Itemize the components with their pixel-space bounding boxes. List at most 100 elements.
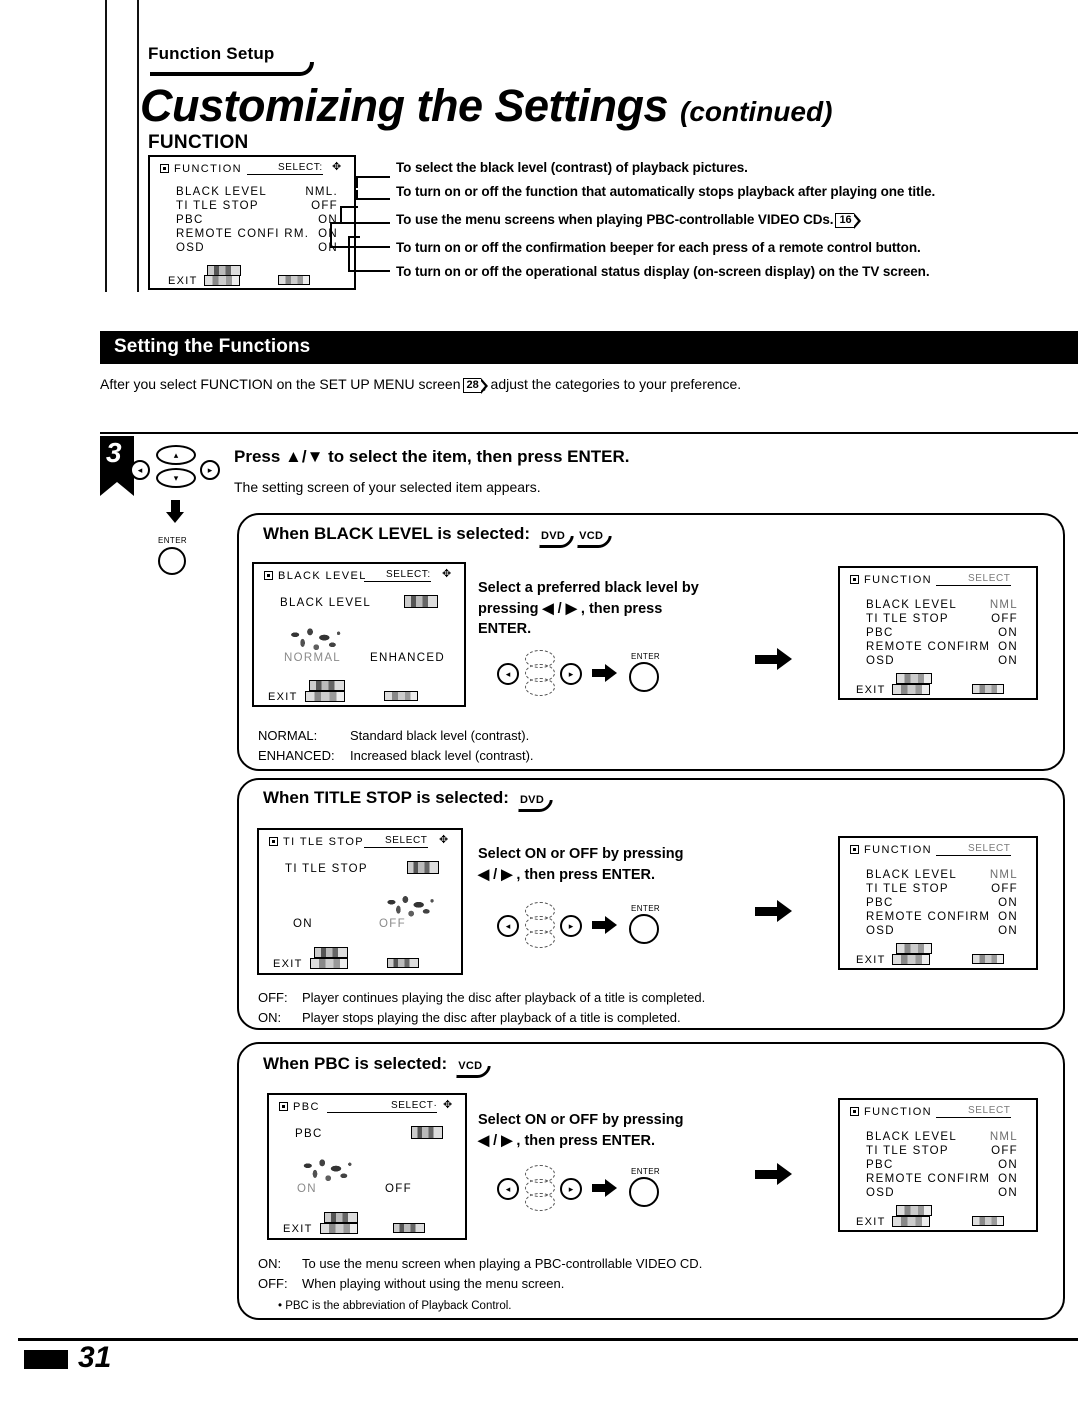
- manual-page: Function Setup Customizing the Settings (…: [0, 0, 1080, 1421]
- disc-indicator-icon: [850, 575, 859, 584]
- press-right-button[interactable]: ▸: [560, 915, 582, 937]
- osd-row-label: BLACK LEVEL: [866, 599, 958, 611]
- osd-row-label: PBC: [176, 214, 204, 226]
- instruction-line: Select a preferred black level by: [478, 580, 699, 596]
- legend-term: OFF:: [258, 1275, 288, 1291]
- remote-up-button[interactable]: ▴: [156, 445, 196, 465]
- press-left-button[interactable]: ◂: [497, 1178, 519, 1200]
- osd-row-value-highlight: [411, 1126, 443, 1139]
- arrow-up-icon: ▴: [173, 449, 179, 460]
- legend-row: NORMAL: Standard black level (contrast).: [258, 726, 534, 746]
- osd-row-label: REMOTE CONFI RM.: [176, 228, 310, 240]
- press-right-button[interactable]: ▸: [560, 1178, 582, 1200]
- dpad-icon: ✥: [439, 834, 449, 846]
- black-level-osd-screen: BLACK LEVEL SELECT: ✥ BLACK LEVEL NORMAL…: [252, 562, 466, 707]
- pbc-osd-screen: PBC SELECT· ✥ PBC ON OFF EXIT: [267, 1093, 467, 1240]
- dpad-icon: ✥: [443, 1099, 453, 1111]
- osd-row-value: ON: [998, 655, 1018, 667]
- legend-row: ON: To use the menu screen when playing a…: [258, 1254, 702, 1274]
- legend-row: ON: Player stops playing the disc after p…: [258, 1008, 705, 1028]
- osd-exit-smudge-upper: [896, 943, 932, 954]
- osd-row-value: NML: [989, 1131, 1018, 1143]
- disc-badge-vcd: VCD: [577, 530, 606, 545]
- legend-desc: Player continues playing the disc after …: [302, 990, 706, 1005]
- remote-left-button[interactable]: ◂: [130, 460, 150, 480]
- press-enter-button[interactable]: [629, 914, 659, 944]
- press-left-button[interactable]: ◂: [497, 915, 519, 937]
- title-stop-osd-screen: TI TLE STOP SELECT ✥ TI TLE STOP ON OFF …: [257, 828, 463, 975]
- callout-leader: [330, 246, 390, 248]
- osd-row-value: OFF: [991, 613, 1018, 625]
- disc-indicator-icon: [160, 164, 169, 173]
- callout-text-1: To select the black level (contrast) of …: [396, 160, 748, 175]
- disc-indicator-icon: [850, 845, 859, 854]
- osd-row-value-highlight: [407, 861, 439, 874]
- osd-exit-smudge-lower: [320, 1223, 358, 1234]
- osd-title-row: PBC: [279, 1101, 320, 1113]
- remote-enter-button[interactable]: [158, 547, 186, 575]
- function-setup-tab: Function Setup: [148, 44, 275, 63]
- margin-rule-outer: [105, 0, 107, 292]
- press-enter-button[interactable]: [629, 662, 659, 692]
- osd-option-left: ON: [297, 1183, 317, 1195]
- disc-indicator-icon: [850, 1107, 859, 1116]
- osd-title-text: FUNCTION: [864, 844, 933, 856]
- callout-leader: [330, 222, 332, 248]
- osd-exit-smudge-lower: [310, 958, 348, 969]
- callout-text-3-body: To use the menu screens when playing PBC…: [396, 212, 834, 227]
- osd-row-value: ON: [998, 1173, 1018, 1185]
- osd-enter-smudge: [972, 684, 1004, 694]
- page-reference-badge[interactable]: 28: [462, 377, 489, 394]
- page-reference-badge[interactable]: 16: [835, 212, 861, 229]
- callout-leader: [356, 198, 390, 200]
- arrow-right-icon: ▸: [207, 464, 213, 475]
- black-level-instruction: Select a preferred black level by pressi…: [478, 578, 699, 640]
- press-enter-button[interactable]: [629, 1177, 659, 1207]
- callout-text-4: To turn on or off the confirmation beepe…: [396, 240, 921, 255]
- osd-option-left: ON: [293, 918, 313, 930]
- arrow-left-icon: ◂: [505, 1183, 511, 1194]
- legend-term: ON:: [258, 1256, 282, 1271]
- intro-after: , adjust the categories to your preferen…: [482, 376, 742, 392]
- osd-row-value: NML.: [305, 186, 338, 198]
- press-lens-lower: [525, 930, 555, 948]
- page-title-continued: (continued): [680, 96, 833, 127]
- osd-row-label: TI TLE STOP: [866, 883, 949, 895]
- osd-row-label: TI TLE STOP: [866, 1145, 949, 1157]
- remote-right-button[interactable]: ▸: [200, 460, 220, 480]
- legend-desc: To use the menu screen when playing a PB…: [302, 1256, 703, 1271]
- legend-term: ON:: [258, 1009, 282, 1025]
- press-then-arrow-icon: [592, 664, 618, 682]
- panel-heading-text: When BLACK LEVEL is selected:: [263, 524, 531, 543]
- osd-row-label: PBC: [866, 627, 894, 639]
- panel-pbc-heading: When PBC is selected: VCD: [263, 1054, 485, 1075]
- osd-option-left: NORMAL: [284, 652, 342, 664]
- osd-row-label: BLACK LEVEL: [176, 186, 268, 198]
- osd-select-label: SELECT:: [386, 569, 431, 582]
- callout-text-2: To turn on or off the function that auto…: [396, 184, 936, 199]
- remote-down-button[interactable]: ▾: [156, 468, 196, 488]
- osd-exit-smudge-lower: [892, 684, 930, 695]
- osd-title-row: BLACK LEVEL: [264, 570, 367, 582]
- intro-before: After you select FUNCTION on the SET UP …: [100, 376, 461, 392]
- instruction-line: Select ON or OFF by pressing: [478, 846, 684, 862]
- press-left-button[interactable]: ◂: [497, 663, 519, 685]
- osd-select-label: SELECT·: [391, 1100, 438, 1113]
- step-number: 3: [106, 437, 122, 468]
- osd-option-right: OFF: [379, 918, 406, 930]
- osd-select-label: SELECT: [385, 835, 428, 848]
- press-right-button[interactable]: ▸: [560, 663, 582, 685]
- osd-select-label: SELECT: [968, 843, 1011, 856]
- title-stop-legend: OFF: Player continues playing the disc af…: [258, 988, 705, 1027]
- osd-row-value: ON: [998, 627, 1018, 639]
- osd-title-text: FUNCTION: [864, 1106, 933, 1118]
- panel-heading-text: When TITLE STOP is selected:: [263, 788, 509, 807]
- osd-exit-smudge-lower: [204, 275, 240, 286]
- osd-title-row: FUNCTION: [850, 1106, 932, 1118]
- osd-title-text: BLACK LEVEL: [278, 570, 367, 582]
- disc-badge-dvd: DVD: [539, 530, 568, 545]
- callout-leader: [356, 176, 358, 188]
- osd-exit-smudge-upper: [314, 947, 348, 958]
- step-heading: Press ▲/▼ to select the item, then press…: [234, 447, 630, 466]
- instruction-line: ◀ / ▶ , then press ENTER.: [478, 866, 656, 883]
